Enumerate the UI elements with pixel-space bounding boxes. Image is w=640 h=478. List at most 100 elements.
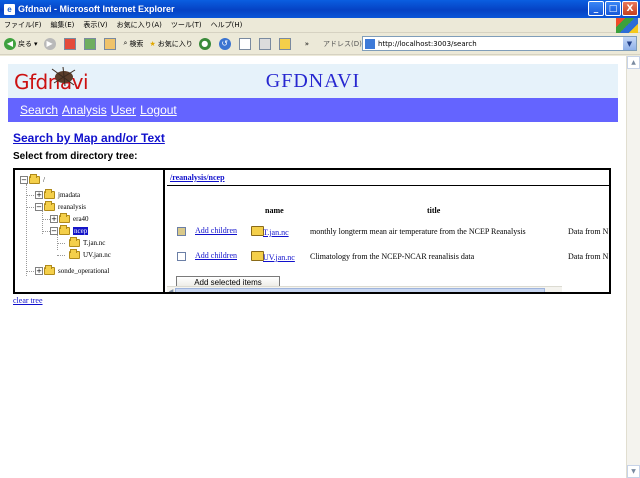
expand-icon[interactable]: + [35,266,43,275]
scroll-thumb[interactable] [175,288,545,292]
back-button[interactable]: ◀ 戻る ▾ [4,37,38,50]
close-button[interactable]: X [622,1,638,16]
folder-button[interactable] [278,37,293,50]
ie-icon: e [4,3,15,15]
expand-icon[interactable]: + [50,214,58,223]
tree-node-sonde-operational[interactable]: + sonde_operational [35,264,109,276]
divider [167,185,609,186]
star-icon: ★ [149,39,156,48]
folder-icon [44,188,55,199]
search-by-map-link[interactable]: Search by Map and/or Text [13,131,165,145]
folder-icon [29,173,40,184]
collapse-icon[interactable]: − [50,226,58,235]
favorites-button[interactable]: ★ お気に入り [149,39,192,49]
address-label: アドレス(D) [323,39,362,48]
horizontal-scrollbar[interactable]: ◀ [167,286,562,292]
home-button[interactable] [103,37,118,50]
window-title-bar: e Gfdnavi - Microsoft Internet Explorer … [0,0,640,18]
main-nav: Search Analysis User Logout [8,98,618,122]
search-frameset: − / + jmadata − reanalysis + era40 − nce… [13,168,611,294]
history-button[interactable]: ↺ [218,37,233,50]
current-path-link[interactable]: /reanalysis/ncep [170,173,225,182]
refresh-button[interactable] [83,37,98,50]
file-listing: /reanalysis/ncep name title Add children… [167,170,609,292]
window-title: Gfdnavi - Microsoft Internet Explorer [18,4,175,14]
history-icon: ↺ [218,37,231,50]
page-header: Gfdnavi GFDNAVI [8,64,618,98]
menu-file[interactable]: ファイル(F) [4,20,42,30]
stop-button[interactable] [63,37,78,50]
refresh-icon [83,37,96,50]
menu-edit[interactable]: 編集(E) [51,20,75,30]
menu-help[interactable]: ヘルプ(H) [211,20,243,30]
page-icon [365,38,375,49]
print-icon [258,37,271,50]
column-header-title: title [427,206,441,215]
chevron-down-icon[interactable]: ▾ [34,40,38,48]
tree-instruction: Select from directory tree: [13,151,138,162]
forward-arrow-icon: ▶ [43,37,56,50]
menu-tools[interactable]: ツール(T) [171,20,202,30]
page-viewport: Gfdnavi GFDNAVI Search Analysis User Log… [0,56,626,478]
vertical-scrollbar[interactable]: ▲ ▼ [626,56,640,478]
scroll-up-icon[interactable]: ▲ [627,56,640,69]
scroll-down-icon[interactable]: ▼ [627,465,640,478]
address-text[interactable]: http://localhost:3003/search [378,40,477,48]
mail-button[interactable] [238,37,253,50]
nav-analysis-link[interactable]: Analysis [62,103,107,117]
home-icon [103,37,116,50]
menu-favorites[interactable]: お気に入り(A) [117,20,162,30]
folder-icon [59,224,70,235]
table-row: Add children T.jan.nc monthly longterm m… [167,226,609,244]
address-dropdown-icon[interactable]: ▼ [623,37,636,50]
expand-icon[interactable]: + [35,190,43,199]
tree-node-root[interactable]: − / [20,173,45,185]
folder-icon [278,37,291,50]
file-title: monthly longterm mean air temperature fr… [310,227,526,236]
add-children-link[interactable]: Add children [195,251,237,260]
tree-node-ncep[interactable]: − ncep [50,224,89,236]
search-button[interactable]: ⌕ 検索 [124,39,144,49]
tree-node-era40[interactable]: + era40 [50,212,89,224]
menu-view[interactable]: 表示(V) [83,20,107,30]
file-name-link[interactable]: T.jan.nc [263,228,289,237]
tree-node-t-jan[interactable]: T.jan.nc [69,236,105,248]
collapse-icon[interactable]: − [35,202,43,211]
clear-tree-link[interactable]: clear tree [13,296,43,305]
add-children-link[interactable]: Add children [195,226,237,235]
file-description: Data from N [568,227,609,236]
file-icon [69,236,80,247]
toolbar: ◀ 戻る ▾ ▶ ⌕ 検索 ★ お気に入り ● ↺ » アドレス(D) http:… [0,33,640,55]
media-button[interactable]: ● [198,37,213,50]
column-header-name: name [265,206,284,215]
nav-user-link[interactable]: User [111,103,136,117]
row-checkbox[interactable] [177,252,186,261]
tree-node-reanalysis[interactable]: − reanalysis [35,200,86,212]
folder-icon [44,264,55,275]
address-bar[interactable]: http://localhost:3003/search ▼ [362,36,637,51]
collapse-icon[interactable]: − [20,175,28,184]
scroll-left-icon[interactable]: ◀ [167,287,175,293]
menu-bar: ファイル(F) 編集(E) 表示(V) お気に入り(A) ツール(T) ヘルプ(… [0,18,640,33]
site-title: GFDNAVI [265,70,361,92]
tree-node-jmadata[interactable]: + jmadata [35,188,80,200]
table-row: Add children UV.jan.nc Climatology from … [167,251,609,269]
row-checkbox[interactable] [177,227,186,236]
more-chevron-icon[interactable]: » [305,40,309,48]
windows-logo-icon [616,18,638,33]
minimize-button[interactable]: _ [588,1,604,16]
file-icon [69,248,80,259]
file-name-link[interactable]: UV.jan.nc [263,253,295,262]
stop-icon [63,37,76,50]
nav-logout-link[interactable]: Logout [140,103,177,117]
tree-node-uv-jan[interactable]: UV.jan.nc [69,248,111,260]
print-button[interactable] [258,37,273,50]
search-icon: ⌕ [123,39,128,47]
forward-button[interactable]: ▶ [43,37,58,50]
directory-tree: − / + jmadata − reanalysis + era40 − nce… [15,170,165,292]
nav-search-link[interactable]: Search [20,103,58,117]
folder-icon [44,200,55,211]
back-arrow-icon: ◀ [4,37,16,50]
file-title: Climatology from the NCEP-NCAR reanalisi… [310,252,475,261]
maximize-button[interactable]: □ [605,1,621,16]
